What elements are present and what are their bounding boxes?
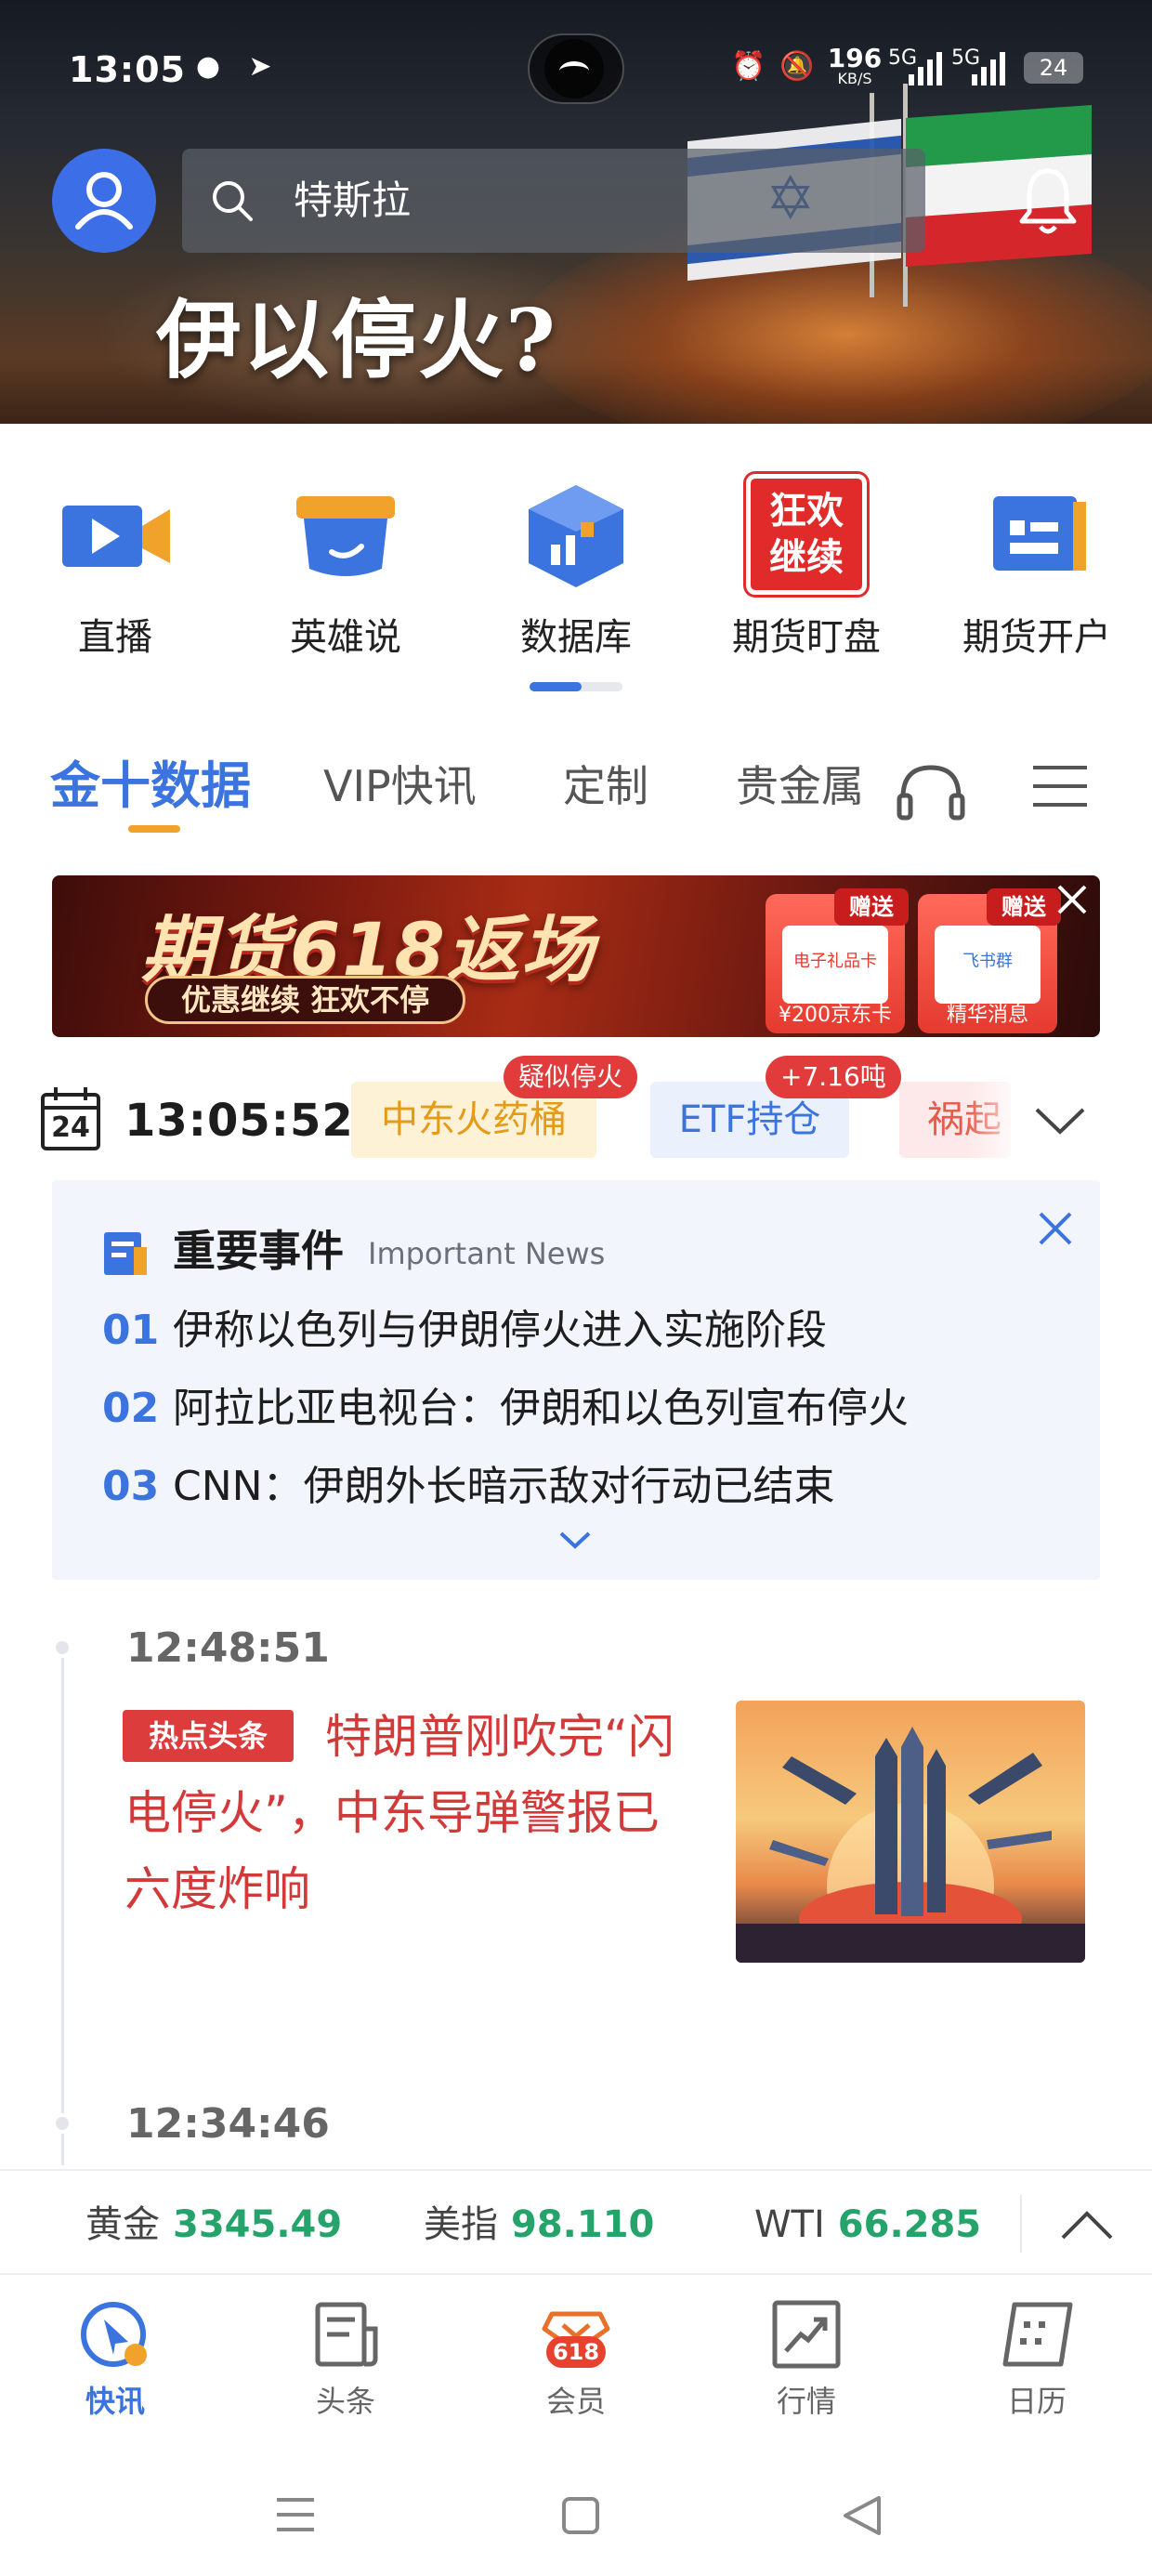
quick-entry-label: 期货盯盘 xyxy=(732,616,881,659)
send-icon: ➤ xyxy=(248,50,272,83)
divider xyxy=(1020,2195,1022,2253)
price-usd-index[interactable]: 美指 98.110 xyxy=(424,2199,654,2251)
alarm-icon: ⏰ xyxy=(731,50,766,83)
feed-time: 12:48:51 xyxy=(126,1624,330,1672)
promo-banner[interactable]: 期货618返场 优惠继续 狂欢不停 赠送 电子礼品卡 ¥200京东卡 赠送 飞书… xyxy=(52,875,1100,1037)
net-speed: 196 KB/S xyxy=(827,43,883,88)
quick-entry-futures-watch[interactable]: 狂欢 继续 期货盯盘 xyxy=(704,465,909,688)
close-icon[interactable] xyxy=(1052,879,1093,920)
bell-icon[interactable] xyxy=(1018,164,1078,238)
expand-chevron-icon[interactable] xyxy=(557,1528,593,1552)
quick-entry-label: 直播 xyxy=(78,616,152,659)
status-time: 13:05 xyxy=(69,49,186,90)
nav-label: 快讯 xyxy=(85,2384,145,2419)
carnival-continue-icon: 狂欢 继续 xyxy=(746,474,867,595)
nav-market[interactable]: 行情 xyxy=(713,2292,899,2431)
quick-entry-live[interactable]: 直播 xyxy=(13,465,217,688)
headphone-icon[interactable] xyxy=(896,760,966,821)
topic-chip[interactable]: 中东火药桶 疑似停火 xyxy=(351,1056,638,1158)
chevron-down-icon[interactable] xyxy=(1033,1102,1087,1139)
feed-time: 12:34:46 xyxy=(126,2100,330,2148)
signal-icon xyxy=(972,52,1005,85)
quick-entry-hero[interactable]: 英雄说 xyxy=(243,465,448,688)
database-cube-icon xyxy=(529,485,623,587)
menu-icon[interactable] xyxy=(1031,762,1089,810)
quick-entry-label: 期货开户 xyxy=(962,616,1111,659)
search-text: 特斯拉 xyxy=(294,177,412,223)
chip-badge: +7.16吨 xyxy=(766,1056,901,1098)
tab-custom[interactable]: 定制 xyxy=(563,753,648,820)
close-icon[interactable] xyxy=(1037,1210,1074,1247)
price-wti[interactable]: WTI 66.285 xyxy=(754,2199,981,2251)
calendar-icon[interactable]: 24 xyxy=(39,1085,102,1152)
hero-banner[interactable]: ✡ 13:05 ● ➤ ⏰ 🔕 196 KB/S 5G 5G 24 特斯拉 伊以… xyxy=(0,0,1152,424)
nav-label: 头条 xyxy=(315,2384,375,2419)
search-input[interactable]: 特斯拉 xyxy=(182,149,925,253)
price-gold[interactable]: 黄金 3345.49 xyxy=(85,2199,342,2251)
quick-entry-database[interactable]: 数据库 xyxy=(474,465,678,688)
news-image[interactable] xyxy=(736,1701,1085,1963)
nav-flash[interactable]: 快讯 xyxy=(22,2292,208,2431)
timline-dot xyxy=(52,2113,72,2134)
account-card-icon xyxy=(993,496,1086,571)
recent-apps-icon[interactable] xyxy=(275,2496,316,2533)
important-news-item[interactable]: 02 阿拉比亚电视台：伊朗和以色列宣布停火 xyxy=(102,1379,909,1439)
mute-icon: 🔕 xyxy=(779,50,815,83)
calendar-nav-icon xyxy=(1002,2302,1073,2367)
banner-subtitle: 优惠继续 狂欢不停 xyxy=(145,976,466,1024)
avatar[interactable] xyxy=(52,149,156,253)
scroll-indicator xyxy=(530,682,582,691)
important-news-item[interactable]: 01 伊称以色列与伊朗停火进入实施阶段 xyxy=(102,1301,827,1360)
member-badge: 618 xyxy=(546,2336,606,2368)
nav-label: 行情 xyxy=(776,2384,836,2419)
system-nav-bar xyxy=(0,2453,1152,2576)
tab-precious-metals[interactable]: 贵金属 xyxy=(736,753,864,820)
gift-feishu: 赠送 飞书群 精华消息 xyxy=(918,888,1061,1033)
quick-entry-label: 数据库 xyxy=(520,616,632,659)
hotspot-icon xyxy=(544,39,604,99)
home-icon[interactable] xyxy=(561,2496,600,2535)
battery-icon: 24 xyxy=(1024,52,1083,84)
quick-entry-label: 英雄说 xyxy=(290,616,401,659)
compass-icon xyxy=(81,2302,147,2367)
nav-label: 日历 xyxy=(1006,2384,1067,2419)
news-doc-icon xyxy=(104,1232,147,1275)
nav-calendar[interactable]: 日历 xyxy=(944,2292,1130,2431)
nav-headlines[interactable]: 头条 xyxy=(253,2292,439,2431)
chip-badge: 疑似停火 xyxy=(504,1056,638,1098)
tab-active-indicator xyxy=(128,825,180,833)
hero-speech-icon xyxy=(296,496,395,576)
hero-headline: 伊以停火? xyxy=(156,290,557,390)
timeline-line xyxy=(61,1645,64,2165)
tab-jin10-data[interactable]: 金十数据 xyxy=(50,753,251,820)
live-clock: 13:05:52 xyxy=(124,1095,354,1147)
missile-illustration xyxy=(736,1727,1085,1963)
gift-jd-card: 赠送 电子礼品卡 ¥200京东卡 xyxy=(766,888,909,1033)
quick-entry-open-account[interactable]: 期货开户 xyxy=(935,465,1139,688)
tab-vip-flash[interactable]: VIP快讯 xyxy=(323,753,477,820)
wechat-icon: ● xyxy=(195,50,221,83)
price-ticker-bar[interactable]: 黄金 3345.49 美指 98.110 WTI 66.285 xyxy=(0,2169,1152,2275)
video-camera-icon xyxy=(62,506,170,567)
important-news-item[interactable]: 03 CNN：伊朗外长暗示敌对行动已结束 xyxy=(102,1457,835,1517)
timeline-dot xyxy=(52,1637,72,1658)
chevron-up-icon[interactable] xyxy=(1059,2206,1115,2243)
trend-chart-icon xyxy=(772,2300,841,2369)
important-news-title: 重要事件 xyxy=(173,1226,344,1276)
topic-chip[interactable]: ETF持仓 +7.16吨 xyxy=(650,1056,901,1158)
signal-icon xyxy=(909,52,942,85)
nav-membership[interactable]: 618 会员 xyxy=(483,2292,669,2431)
important-news-subtitle: Important News xyxy=(368,1236,606,1271)
nav-label: 会员 xyxy=(545,2384,606,2419)
user-icon xyxy=(75,172,133,230)
back-icon[interactable] xyxy=(842,2494,883,2537)
search-icon xyxy=(213,181,253,221)
newspaper-icon xyxy=(315,2302,378,2367)
hot-tag-badge: 热点头条 xyxy=(123,1710,294,1762)
